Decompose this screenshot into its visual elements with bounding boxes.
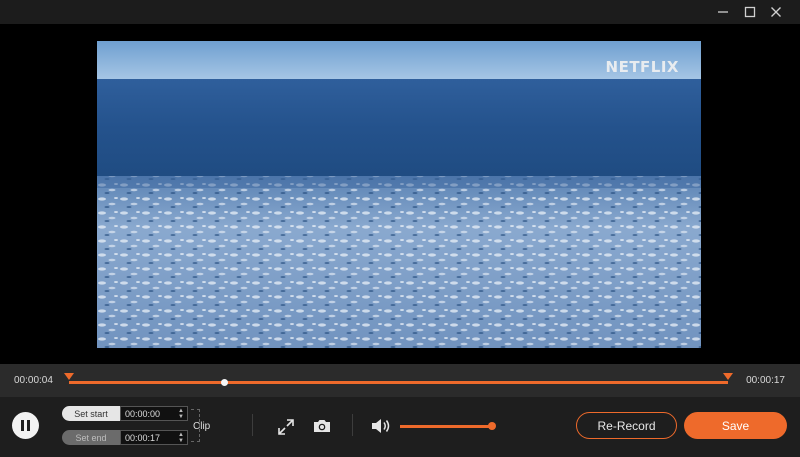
set-start-row: Set start 00:00:00 ▲ ▼ (62, 406, 188, 421)
set-end-row: Set end 00:00:17 ▲ ▼ (62, 430, 188, 445)
rerecord-button[interactable]: Re-Record (576, 412, 677, 439)
close-button[interactable] (766, 2, 786, 22)
pause-button[interactable] (12, 412, 39, 439)
timeline-bar: 00:00:04 00:00:17 (0, 364, 800, 397)
close-icon (771, 7, 781, 17)
start-time-value: 00:00:00 (125, 408, 161, 419)
control-bar: Set start 00:00:00 ▲ ▼ Set end 00:00:17 ▲… (0, 397, 800, 457)
maximize-icon (744, 6, 756, 18)
set-start-button[interactable]: Set start (62, 406, 120, 421)
volume-button[interactable] (370, 417, 392, 435)
recorder-preview-window: NETFLIX 00:00:04 00:00:17 Set start 00:0… (0, 0, 800, 457)
camera-icon (314, 420, 330, 432)
title-bar (0, 0, 800, 24)
video-preview-area: NETFLIX (0, 24, 800, 364)
pause-icon (20, 420, 32, 431)
minimize-icon (718, 11, 728, 13)
video-frame[interactable]: NETFLIX (97, 41, 701, 348)
trim-end-marker[interactable] (723, 373, 733, 380)
set-end-button[interactable]: Set end (62, 430, 120, 445)
timeline-track[interactable] (69, 381, 728, 384)
volume-icon (372, 419, 390, 433)
end-time-spinner[interactable]: ▲ ▼ (178, 432, 184, 444)
save-button[interactable]: Save (684, 412, 787, 439)
end-time: 00:00:17 (746, 375, 785, 386)
playhead[interactable] (221, 379, 228, 386)
divider (352, 414, 353, 436)
start-time-field[interactable]: 00:00:00 ▲ ▼ (120, 406, 188, 421)
divider (252, 414, 253, 436)
clip-button[interactable]: Clip (193, 421, 210, 432)
volume-slider-handle[interactable] (488, 422, 496, 430)
netflix-watermark: NETFLIX (605, 58, 679, 76)
end-time-value: 00:00:17 (125, 432, 161, 443)
expand-button[interactable] (276, 417, 296, 437)
volume-slider-track[interactable] (400, 425, 492, 428)
ocean-video-frame (97, 41, 701, 348)
maximize-button[interactable] (740, 2, 760, 22)
expand-icon (278, 419, 294, 435)
current-time: 00:00:04 (14, 375, 53, 386)
minimize-button[interactable] (713, 2, 733, 22)
screenshot-button[interactable] (311, 417, 333, 435)
start-time-spinner[interactable]: ▲ ▼ (178, 408, 184, 420)
trim-start-marker[interactable] (64, 373, 74, 380)
end-time-field[interactable]: 00:00:17 ▲ ▼ (120, 430, 188, 445)
